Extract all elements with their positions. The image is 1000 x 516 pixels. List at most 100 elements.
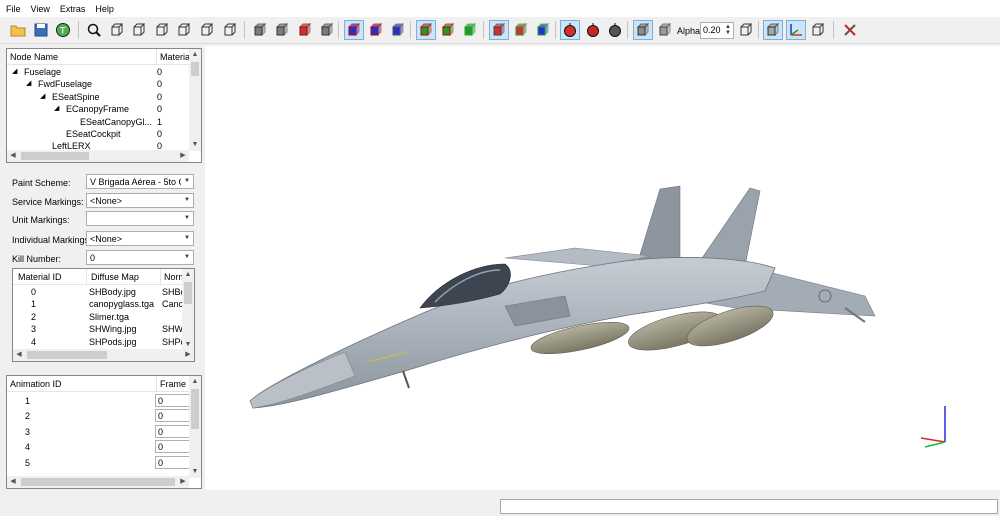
alpha-toggle-icon[interactable] [655,20,675,40]
table-row[interactable]: 10 [7,394,191,408]
shade-red-icon[interactable] [295,20,315,40]
scroll-left-icon[interactable]: ◀ [7,476,19,488]
scroll-up-icon[interactable]: ▲ [189,376,201,388]
save-icon[interactable] [31,20,51,40]
shade-wire-icon[interactable] [317,20,337,40]
vertical-scrollbar[interactable]: ▲ ▼ [182,269,194,351]
spin-arrows-icon[interactable]: ▲ ▼ [724,24,732,37]
zoom-fit-icon[interactable] [84,20,104,40]
table-row[interactable]: 50 [7,455,191,470]
multi-box-1-icon[interactable] [489,20,509,40]
unit-markings-combo[interactable]: ▼ [86,211,194,226]
chevron-down-icon[interactable]: ▼ [181,194,193,207]
view-top-icon[interactable] [197,20,217,40]
scroll-down-icon[interactable]: ▼ [189,466,201,478]
kill-number-combo[interactable]: 0 ▼ [86,250,194,265]
scroll-down-icon[interactable]: ▼ [189,139,201,151]
scroll-thumb[interactable] [191,62,199,76]
table-row[interactable]: 20 [7,409,191,423]
tree-node[interactable]: ◢ FwdFuselage 0 [7,78,189,90]
chevron-down-icon[interactable]: ▼ [181,232,193,245]
scroll-right-icon[interactable]: ▶ [177,476,189,488]
blue-box-3-icon[interactable] [388,20,408,40]
frame-id-input[interactable]: 0 [155,455,191,469]
open-folder-icon[interactable] [8,20,28,40]
axes-icon[interactable] [786,20,806,40]
table-row[interactable]: 2 Slimer.tga [13,311,183,323]
column-frame-id[interactable]: Frame ID [157,376,191,392]
tree-expander-icon[interactable]: ◢ [26,79,31,87]
green-box-1-icon[interactable] [416,20,436,40]
multi-box-2-icon[interactable] [511,20,531,40]
horizontal-scrollbar[interactable]: ◀ ▶ [13,349,194,361]
scroll-thumb[interactable] [27,351,107,359]
scroll-up-icon[interactable]: ▲ [182,269,194,281]
bounding-box-icon[interactable] [808,20,828,40]
tree-node[interactable]: ESeatCanopyGl... 1 [7,116,189,128]
scroll-left-icon[interactable]: ◀ [7,150,19,162]
texture-icon[interactable]: T [53,20,73,40]
table-row[interactable]: 3 SHWing.jpg SHW [13,323,183,335]
scroll-thumb[interactable] [191,389,199,429]
vertical-scrollbar[interactable]: ▲ ▼ [189,49,201,151]
tree-node[interactable]: ◢ ESeatSpine 0 [7,91,189,103]
scroll-right-icon[interactable]: ▶ [182,349,194,361]
shade-smooth-icon[interactable] [272,20,292,40]
tree-node[interactable]: ◢ ECanopyFrame 0 [7,103,189,115]
wire-box-icon[interactable] [736,20,756,40]
view-back-icon[interactable] [129,20,149,40]
view-left-icon[interactable] [152,20,172,40]
node-tree[interactable]: Node Name Material ◢ Fuselage 0 ◢ FwdFuselag… [6,48,202,163]
individual-markings-combo[interactable]: <None> ▼ [86,231,194,246]
vertical-scrollbar[interactable]: ▲ ▼ [189,376,201,478]
menu-file[interactable]: File [2,4,27,14]
alpha-spinbox[interactable]: 0.20 ▲ ▼ [700,22,734,39]
alpha-box-icon[interactable] [633,20,653,40]
screenshot-icon[interactable] [763,20,783,40]
frame-id-input[interactable]: 0 [155,394,191,407]
menu-view[interactable]: View [27,4,56,14]
chevron-down-icon[interactable]: ▼ [181,251,193,264]
frame-id-input[interactable]: 0 [155,440,191,454]
animation-table[interactable]: Animation ID Frame ID 1020304050 ▲ ▼ ◀ ▶ [6,375,202,489]
scroll-thumb[interactable] [184,282,192,304]
model-viewport[interactable] [205,46,1000,490]
scroll-right-icon[interactable]: ▶ [177,150,189,162]
column-diffuse-map[interactable]: Diffuse Map [87,269,161,285]
scroll-thumb[interactable] [21,152,89,160]
scroll-left-icon[interactable]: ◀ [13,349,25,361]
view-bottom-icon[interactable] [220,20,240,40]
tree-node[interactable]: ESeatCockpit 0 [7,128,189,140]
scroll-up-icon[interactable]: ▲ [189,49,201,61]
tree-node[interactable]: ◢ Fuselage 0 [7,66,189,78]
column-material[interactable]: Material [157,49,193,65]
light-3-icon[interactable] [605,20,625,40]
frame-id-input[interactable]: 0 [155,424,191,438]
column-node-name[interactable]: Node Name [7,49,157,65]
scroll-thumb[interactable] [21,478,175,486]
table-row[interactable]: 0 SHBody.jpg SHBo [13,286,186,298]
view-front-icon[interactable] [107,20,127,40]
multi-box-3-icon[interactable] [533,20,553,40]
tree-expander-icon[interactable]: ◢ [12,67,17,75]
horizontal-scrollbar[interactable]: ◀ ▶ [7,150,189,162]
green-box-2-icon[interactable] [438,20,458,40]
green-box-3-icon[interactable] [460,20,480,40]
table-row[interactable]: 40 [7,440,191,454]
view-right-icon[interactable] [174,20,194,40]
tree-expander-icon[interactable]: ◢ [54,104,59,112]
paint-scheme-combo[interactable]: V Brigada Aérea - 5to Gru ▼ [86,174,194,189]
blue-box-2-icon[interactable] [366,20,386,40]
chevron-down-icon[interactable]: ▼ [181,175,193,188]
column-animation-id[interactable]: Animation ID [7,376,157,392]
shade-flat-icon[interactable] [250,20,270,40]
tools-icon[interactable] [840,20,860,40]
light-1-icon[interactable] [560,20,580,40]
frame-id-input[interactable]: 0 [155,409,191,423]
blue-box-1-icon[interactable] [344,20,364,40]
tree-expander-icon[interactable]: ◢ [40,92,45,100]
column-material-id[interactable]: Material ID [13,269,87,285]
table-row[interactable]: 30 [7,424,191,439]
table-row[interactable]: 1 canopyglass.tga Canc [13,298,183,310]
horizontal-scrollbar[interactable]: ◀ ▶ [7,476,189,488]
